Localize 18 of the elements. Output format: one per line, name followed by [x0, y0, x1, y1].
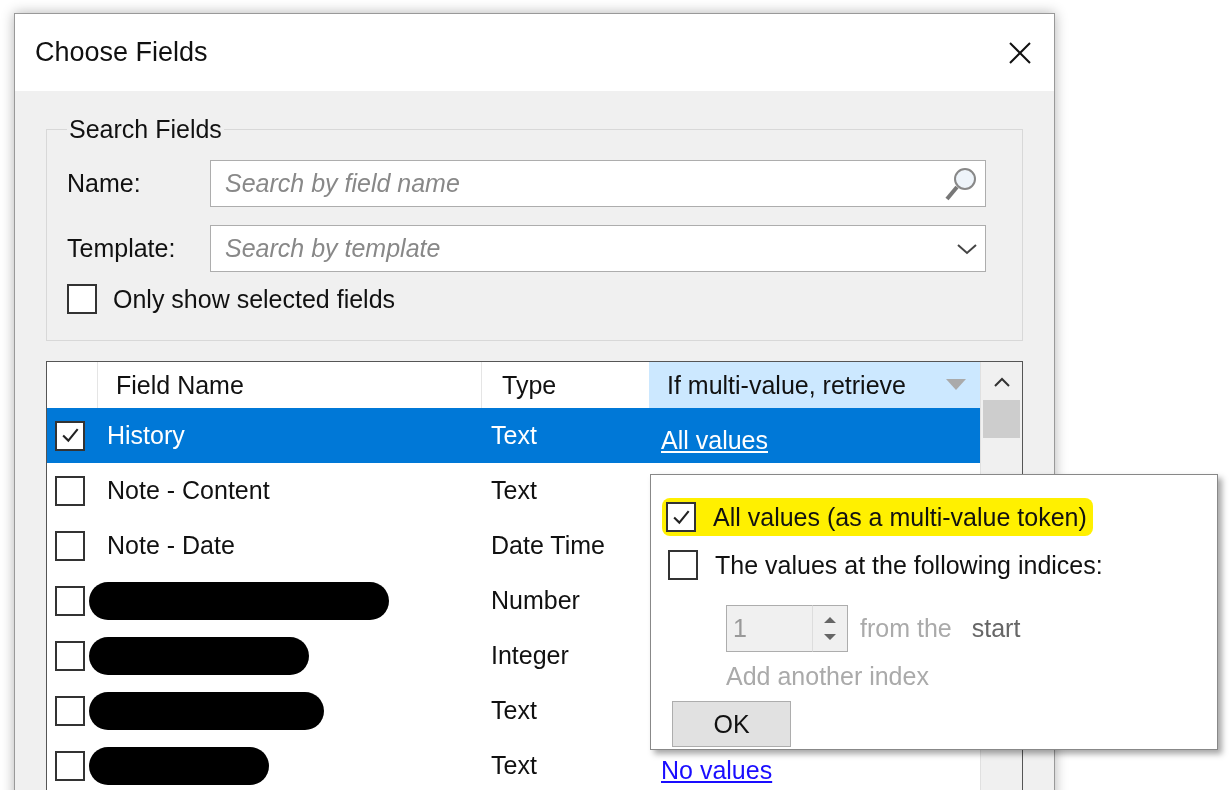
table-cell-text: Number: [490, 586, 581, 615]
field-label: Template:: [67, 234, 177, 263]
window-title: Choose Fields: [35, 37, 208, 68]
table-cell-text: Text: [490, 751, 538, 780]
table-cell-text: Text: [490, 476, 538, 505]
checkbox-label: Only show selected fields: [113, 284, 396, 314]
option-label: The values at the following indices:: [715, 550, 1103, 580]
option-label: All values (as a multi-value token): [713, 502, 1087, 532]
table-cell-text: Integer: [490, 641, 570, 670]
table-cell-text: Text: [490, 421, 538, 450]
index-label: from the: [860, 614, 952, 643]
field-label: Name:: [67, 169, 142, 198]
table-cell-text: Date Time: [490, 531, 606, 560]
table-cell: Note - Date: [107, 531, 235, 559]
table-cell: Note - Content: [107, 476, 270, 504]
table-cell-text: Text: [490, 696, 538, 725]
group-title: Search Fields: [68, 115, 223, 144]
table-cell: History: [107, 421, 185, 449]
